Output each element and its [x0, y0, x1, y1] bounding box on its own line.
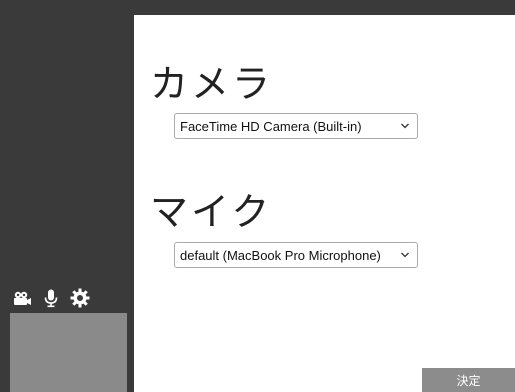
camera-select-value: FaceTime HD Camera (Built-in): [180, 118, 362, 134]
camera-select[interactable]: FaceTime HD Camera (Built-in): [174, 113, 418, 139]
top-bar: [134, 0, 515, 15]
mic-select-value: default (MacBook Pro Microphone): [180, 247, 381, 263]
camera-section-title: カメラ: [150, 62, 274, 106]
gear-icon[interactable]: [70, 288, 90, 308]
device-settings-window: カメラ FaceTime HD Camera (Built-in) マイク de…: [0, 0, 515, 392]
mic-select[interactable]: default (MacBook Pro Microphone): [174, 242, 418, 268]
video-camera-icon[interactable]: [12, 288, 32, 308]
sidebar-toolbar: [12, 287, 90, 309]
microphone-icon[interactable]: [41, 288, 61, 308]
sidebar: [0, 0, 134, 392]
camera-preview: [10, 313, 127, 392]
settings-panel: カメラ FaceTime HD Camera (Built-in) マイク de…: [134, 15, 515, 392]
decide-button[interactable]: 決定: [422, 368, 515, 392]
chevron-down-icon: [401, 252, 409, 258]
chevron-down-icon: [401, 123, 409, 129]
mic-section-title: マイク: [150, 190, 273, 234]
